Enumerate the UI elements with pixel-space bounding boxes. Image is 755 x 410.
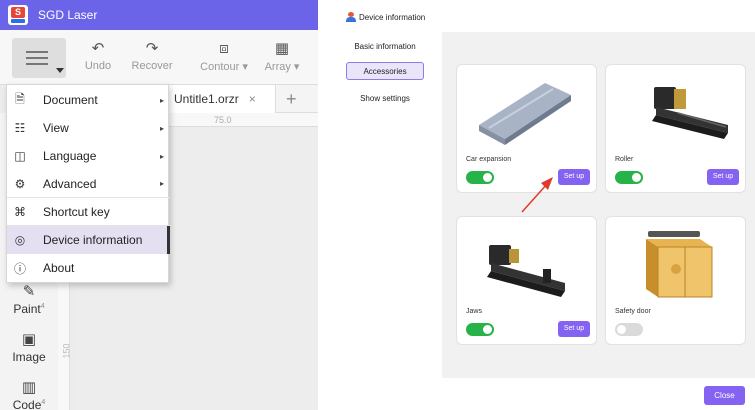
accessory-name: Jaws bbox=[466, 308, 482, 315]
menu-label: Advanced bbox=[43, 176, 97, 191]
contour-button[interactable]: ⧈ Contour ▾ bbox=[196, 38, 252, 78]
tab-untitle1[interactable]: Untitle1.orzr × bbox=[168, 85, 276, 113]
view-icon: ☷ bbox=[14, 121, 26, 135]
roller-toggle[interactable] bbox=[615, 171, 643, 184]
vertical-ruler-label: 150 bbox=[61, 343, 72, 359]
undo-button[interactable]: ↶ Undo bbox=[70, 38, 126, 78]
accessory-name: Car expansion bbox=[466, 156, 512, 163]
recover-button[interactable]: ↷ Recover bbox=[124, 38, 180, 78]
undo-icon: ↶ bbox=[91, 40, 105, 57]
menu-item-language[interactable]: ◫ Language ▸ bbox=[7, 142, 170, 170]
language-icon: ◫ bbox=[14, 149, 26, 163]
accessory-card-safety-door: Safety door bbox=[605, 216, 746, 345]
toolbar: ↶ Undo ↷ Recover ⧈ Contour ▾ ▦ Array ▾ bbox=[0, 30, 318, 85]
image-tool[interactable]: ▣ Image bbox=[6, 330, 52, 364]
accessory-card-car-expansion: Car expansion Set up bbox=[456, 64, 597, 193]
accessory-name: Roller bbox=[615, 156, 634, 163]
undo-label: Undo bbox=[84, 60, 112, 72]
code-label: Code bbox=[12, 398, 42, 410]
accessories-panel: Car expansion Set up Roller Set up Jaws … bbox=[442, 32, 755, 378]
app-title: SGD Laser bbox=[38, 8, 98, 22]
horizontal-ruler: 75.0 bbox=[168, 113, 318, 127]
accessory-name: Safety door bbox=[615, 308, 651, 315]
menu-label: View bbox=[43, 121, 69, 135]
image-label: Image bbox=[12, 350, 46, 364]
main-menu-button[interactable] bbox=[12, 38, 66, 78]
menu-item-shortcut-key[interactable]: ⌘ Shortcut key bbox=[7, 198, 170, 226]
document-icon: 🗎 bbox=[15, 91, 25, 106]
menu-item-device-information[interactable]: ◎ Device information bbox=[7, 226, 170, 254]
paint-label: Paint bbox=[13, 302, 41, 316]
main-menu-dropdown: 🗎 Document ▸ ☷ View ▸ ◫ Language ▸ ⚙ Adv… bbox=[6, 84, 170, 283]
info-icon: ⓘ bbox=[13, 261, 26, 276]
hamburger-icon bbox=[26, 51, 48, 65]
device-icon: ◎ bbox=[14, 233, 26, 247]
document-tabs: Untitle1.orzr × + bbox=[168, 85, 318, 113]
brush-icon: ✎ bbox=[22, 283, 36, 300]
jaws-setup-button[interactable]: Set up bbox=[558, 321, 590, 337]
device-information-dialog: Device information Basic information Acc… bbox=[334, 0, 755, 410]
menu-item-view[interactable]: ☷ View ▸ bbox=[7, 114, 170, 142]
nav-accessories[interactable]: Accessories bbox=[346, 62, 424, 80]
nav-basic-information[interactable]: Basic information bbox=[346, 38, 424, 56]
menu-item-document[interactable]: 🗎 Document ▸ bbox=[7, 86, 170, 114]
dialog-header: Device information bbox=[346, 12, 425, 22]
contour-label: Contour ▾ bbox=[200, 61, 248, 73]
chevron-right-icon: ▸ bbox=[159, 95, 164, 105]
command-icon: ⌘ bbox=[14, 204, 26, 219]
contour-icon: ⧈ bbox=[219, 40, 229, 57]
qr-code-icon: ▥ bbox=[21, 379, 37, 396]
paint-tool[interactable]: ✎ Paint4 bbox=[6, 282, 52, 316]
jaws-image bbox=[487, 245, 565, 297]
menu-label: Language bbox=[43, 149, 97, 163]
menu-label: Shortcut key bbox=[43, 204, 110, 219]
close-tab-icon[interactable]: × bbox=[249, 92, 256, 106]
image-icon: ▣ bbox=[21, 331, 37, 348]
recover-label: Recover bbox=[131, 60, 173, 72]
app-logo: S bbox=[8, 5, 28, 25]
menu-item-about[interactable]: ⓘ About bbox=[7, 254, 170, 282]
advanced-icon: ⚙ bbox=[14, 176, 26, 191]
menu-label: Document bbox=[43, 93, 98, 107]
ruler-label: 75.0 bbox=[214, 115, 232, 125]
tab-label: Untitle1.orzr bbox=[174, 92, 239, 106]
redo-icon: ↷ bbox=[145, 40, 159, 57]
accessory-card-roller: Roller Set up bbox=[605, 64, 746, 193]
code-tool[interactable]: ▥ Code4 bbox=[6, 378, 52, 410]
add-tab-button[interactable]: + bbox=[286, 89, 297, 110]
menu-item-advanced[interactable]: ⚙ Advanced ▸ bbox=[7, 170, 170, 198]
roller-setup-button[interactable]: Set up bbox=[707, 169, 739, 185]
chevron-right-icon: ▸ bbox=[159, 123, 164, 133]
laser-app-window: S SGD Laser ↶ Undo ↷ Recover ⧈ Contour ▾… bbox=[0, 0, 318, 410]
menu-label: About bbox=[43, 261, 75, 275]
safety-door-toggle[interactable] bbox=[615, 323, 643, 336]
car-expansion-toggle[interactable] bbox=[466, 171, 494, 184]
car-expansion-setup-button[interactable]: Set up bbox=[558, 169, 590, 185]
array-icon: ▦ bbox=[274, 40, 290, 57]
nav-show-settings[interactable]: Show settings bbox=[346, 90, 424, 108]
dialog-title: Device information bbox=[359, 12, 426, 22]
array-button[interactable]: ▦ Array ▾ bbox=[254, 38, 310, 78]
car-expansion-image bbox=[479, 83, 571, 145]
chevron-right-icon: ▸ bbox=[159, 151, 164, 161]
caret-down-icon bbox=[56, 68, 64, 73]
close-button[interactable]: Close bbox=[704, 386, 745, 405]
safety-door-image bbox=[646, 231, 713, 298]
roller-image bbox=[652, 87, 728, 139]
accessory-card-jaws: Jaws Set up bbox=[456, 216, 597, 345]
title-bar: S SGD Laser bbox=[0, 0, 318, 30]
menu-label: Device information bbox=[43, 233, 143, 247]
jaws-toggle[interactable] bbox=[466, 323, 494, 336]
user-icon bbox=[346, 12, 356, 22]
chevron-right-icon: ▸ bbox=[159, 179, 164, 188]
array-label: Array ▾ bbox=[264, 61, 300, 73]
